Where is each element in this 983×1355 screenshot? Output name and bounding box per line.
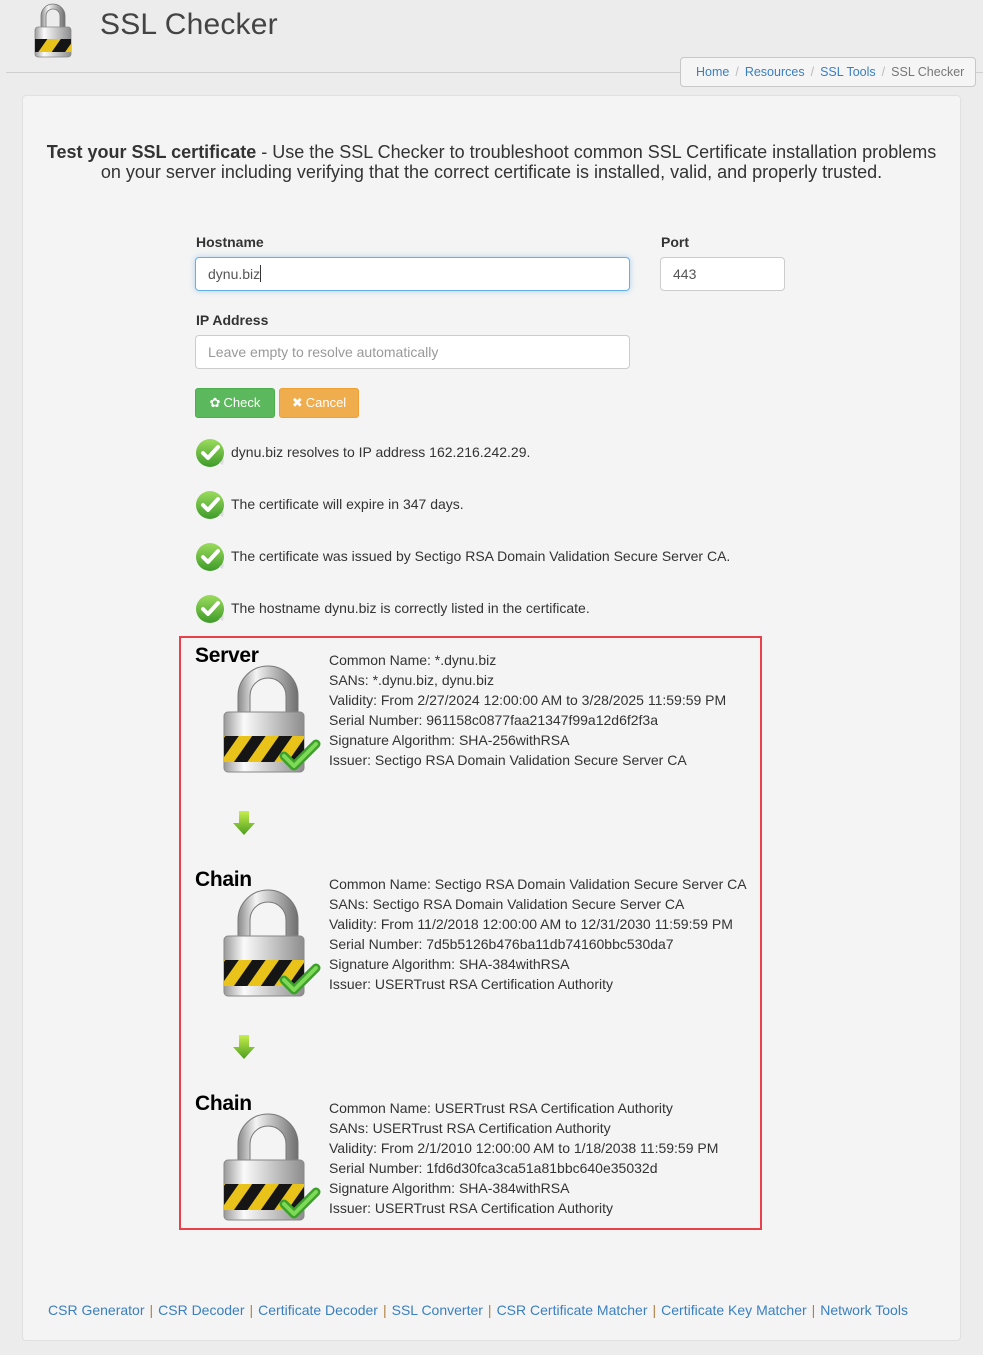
success-check-icon [196, 543, 224, 571]
certificate-details: Common Name: USERTrust RSA Certification… [329, 1098, 718, 1218]
success-check-icon [196, 595, 224, 623]
footer-separator: | [652, 1302, 657, 1318]
page-title: SSL Checker [100, 8, 278, 41]
breadcrumb-current: SSL Checker [891, 65, 965, 79]
success-check-icon [196, 439, 224, 467]
footer-link-certificate-key-matcher[interactable]: Certificate Key Matcher [661, 1302, 807, 1318]
padlock-icon [34, 3, 72, 58]
footer-separator: | [382, 1302, 387, 1318]
footer-link-certificate-decoder[interactable]: Certificate Decoder [258, 1302, 378, 1318]
validity: Validity: From 11/2/2018 12:00:00 AM to … [329, 916, 733, 932]
certificate-chain-intermediate: Chain Common Name: Sectigo RSA Domain Va… [181, 864, 760, 1014]
footer-link-csr-decoder[interactable]: CSR Decoder [158, 1302, 244, 1318]
footer-separator: | [149, 1302, 154, 1318]
footer-separator: | [811, 1302, 816, 1318]
breadcrumb-separator: / [735, 65, 739, 79]
footer-separator: | [249, 1302, 254, 1318]
common-name: Common Name: USERTrust RSA Certification… [329, 1100, 673, 1116]
hostname-input[interactable]: dynu.biz [195, 257, 630, 291]
result-text: The certificate will expire in 347 days. [231, 496, 464, 512]
issuer: Issuer: Sectigo RSA Domain Validation Se… [329, 752, 687, 768]
text-caret [260, 265, 262, 282]
arrow-down-icon [233, 1035, 255, 1059]
padlock-verified-icon [223, 889, 321, 997]
issuer: Issuer: USERTrust RSA Certification Auth… [329, 1200, 613, 1216]
gear-icon: ✿ [209, 395, 221, 410]
common-name: Common Name: Sectigo RSA Domain Validati… [329, 876, 747, 892]
footer-links: CSR Generator | CSR Decoder | Certificate De… [48, 1302, 908, 1318]
validity: Validity: From 2/27/2024 12:00:00 AM to … [329, 692, 727, 708]
common-name: Common Name: *.dynu.biz [329, 652, 497, 668]
check-button-label: Check [223, 395, 261, 410]
breadcrumb-home[interactable]: Home [696, 65, 729, 79]
port-label: Port [661, 234, 689, 250]
result-text: dynu.biz resolves to IP address 162.216.… [231, 444, 531, 460]
success-check-icon [196, 491, 224, 519]
sans: SANs: *.dynu.biz, dynu.biz [329, 672, 494, 688]
validity: Validity: From 2/1/2010 12:00:00 AM to 1… [329, 1140, 719, 1156]
intro-heading: Test your SSL certificate [46, 142, 257, 162]
check-button[interactable]: ✿ Check [195, 388, 275, 418]
ip-address-label: IP Address [196, 312, 269, 328]
footer-link-network-tools[interactable]: Network Tools [820, 1302, 908, 1318]
breadcrumb-separator: / [810, 65, 815, 79]
breadcrumb-ssl-tools[interactable]: SSL Tools [820, 65, 876, 79]
footer-separator: | [487, 1302, 492, 1318]
certificate-server: Server Common Name: *.dynu.biz SANs: *.d… [181, 640, 760, 790]
cancel-button-label: Cancel [305, 395, 347, 410]
sans: SANs: Sectigo RSA Domain Validation Secu… [329, 896, 685, 912]
signature-algorithm: Signature Algorithm: SHA-256withRSA [329, 732, 570, 748]
footer-link-csr-generator[interactable]: CSR Generator [48, 1302, 144, 1318]
breadcrumb: Home / Resources / SSL Tools / SSL Checker [680, 57, 976, 87]
result-text: The certificate was issued by Sectigo RS… [231, 548, 731, 564]
arrow-down-icon [233, 811, 255, 835]
serial-number: Serial Number: 961158c0877faa21347f99a12… [329, 712, 658, 728]
breadcrumb-resources[interactable]: Resources [745, 65, 805, 79]
certificate-details: Common Name: Sectigo RSA Domain Validati… [329, 874, 747, 994]
port-input[interactable]: 443 [660, 257, 785, 291]
serial-number: Serial Number: 1fd6d30fca3ca51a81bbc640e… [329, 1160, 658, 1176]
padlock-verified-icon [223, 665, 321, 773]
footer-link-csr-certificate-matcher[interactable]: CSR Certificate Matcher [497, 1302, 648, 1318]
breadcrumb-separator: / [881, 65, 886, 79]
signature-algorithm: Signature Algorithm: SHA-384withRSA [329, 1180, 570, 1196]
result-text: The hostname dynu.biz is correctly liste… [231, 600, 590, 616]
sans: SANs: USERTrust RSA Certification Author… [329, 1120, 611, 1136]
hostname-value: dynu.biz [208, 266, 261, 282]
serial-number: Serial Number: 7d5b5126b476ba11db74160bb… [329, 936, 674, 952]
ip-address-input[interactable]: Leave empty to resolve automatically [195, 335, 630, 369]
certificate-details: Common Name: *.dynu.biz SANs: *.dynu.biz… [329, 650, 726, 770]
issuer: Issuer: USERTrust RSA Certification Auth… [329, 976, 613, 992]
intro-text: Test your SSL certificate - Use the SSL … [40, 142, 943, 182]
certificate-chain-root: Chain Common Name: USERTrust RSA Certifi… [181, 1088, 760, 1238]
footer-link-ssl-converter[interactable]: SSL Converter [392, 1302, 483, 1318]
x-icon: ✖ [291, 395, 303, 410]
padlock-verified-icon [223, 1113, 321, 1221]
hostname-label: Hostname [196, 234, 264, 250]
cancel-button[interactable]: ✖ Cancel [279, 388, 359, 418]
certificate-chain: Server Common Name: *.dynu.biz SANs: *.d… [179, 636, 762, 1230]
signature-algorithm: Signature Algorithm: SHA-384withRSA [329, 956, 570, 972]
